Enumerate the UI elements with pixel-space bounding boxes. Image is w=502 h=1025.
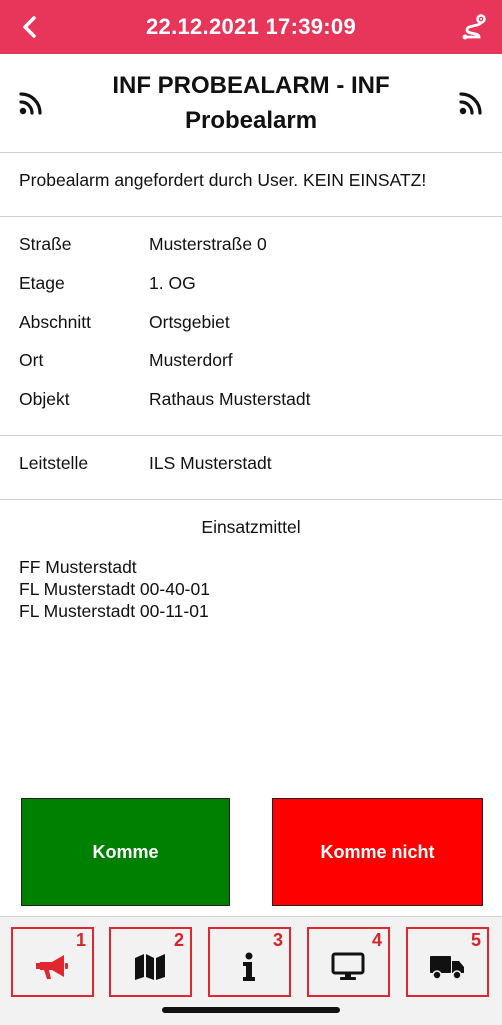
einsatzmittel-section: Einsatzmittel FF Musterstadt FL Musterst… <box>0 500 502 700</box>
tab-map[interactable]: 2 <box>109 927 192 997</box>
detail-value: Musterstraße 0 <box>149 234 267 254</box>
route-icon <box>462 14 486 40</box>
detail-row: Abschnitt Ortsgebiet <box>0 312 502 342</box>
alarm-message: Probealarm angefordert durch User. KEIN … <box>0 153 502 217</box>
tab-alarm[interactable]: 1 <box>11 927 94 997</box>
route-button[interactable] <box>454 8 492 46</box>
detail-row: Etage 1. OG <box>0 273 502 303</box>
home-indicator[interactable] <box>162 1007 340 1013</box>
detail-key: Etage <box>19 273 65 293</box>
detail-value: Rathaus Musterstadt <box>149 389 311 409</box>
list-item: FL Musterstadt 00-40-01 <box>19 579 210 599</box>
detail-key: Ort <box>19 350 44 370</box>
truck-icon <box>430 956 464 980</box>
alarm-datetime: 22.12.2021 17:39:09 <box>146 14 356 39</box>
tab-number: 2 <box>173 930 184 950</box>
alarm-header: INF PROBEALARM - INF Probealarm <box>0 54 502 153</box>
list-item: FF Musterstadt <box>19 557 137 577</box>
tab-number: 3 <box>272 930 283 950</box>
detail-value: ILS Musterstadt <box>149 453 272 473</box>
leitstelle-section: Leitstelle ILS Musterstadt <box>0 436 502 500</box>
detail-row: Objekt Rathaus Musterstadt <box>0 389 502 419</box>
detail-key: Straße <box>19 234 72 254</box>
einsatzmittel-list: FF Musterstadt FL Musterstadt 00-40-01 F… <box>19 556 210 622</box>
tab-number: 1 <box>75 930 86 950</box>
monitor-icon <box>331 952 365 980</box>
detail-key: Abschnitt <box>19 312 91 332</box>
map-icon <box>135 954 165 980</box>
rss-icon <box>19 92 42 115</box>
detail-row: Leitstelle ILS Musterstadt <box>0 453 502 483</box>
top-bar: 22.12.2021 17:39:09 <box>0 0 502 54</box>
detail-value: Ortsgebiet <box>149 312 230 332</box>
tab-number: 5 <box>470 930 481 950</box>
einsatzmittel-heading: Einsatzmittel <box>201 517 301 537</box>
alarm-details: Straße Musterstraße 0 Etage 1. OG Abschn… <box>0 217 502 436</box>
detail-key: Leitstelle <box>19 453 89 473</box>
megaphone-icon <box>36 955 68 979</box>
tab-info[interactable]: 3 <box>208 927 291 997</box>
komme-button[interactable]: Komme <box>21 798 230 906</box>
tab-monitor[interactable]: 4 <box>307 927 390 997</box>
detail-value: Musterdorf <box>149 350 233 370</box>
detail-row: Straße Musterstraße 0 <box>0 234 502 264</box>
alarm-message-text: Probealarm angefordert durch User. KEIN … <box>19 170 427 190</box>
tab-number: 4 <box>371 930 382 950</box>
tab-vehicles[interactable]: 5 <box>406 927 489 997</box>
komme-nicht-button[interactable]: Komme nicht <box>272 798 483 906</box>
detail-row: Ort Musterdorf <box>0 350 502 380</box>
rss-icon <box>459 92 482 115</box>
detail-key: Objekt <box>19 389 70 409</box>
info-icon <box>243 952 255 981</box>
detail-value: 1. OG <box>149 273 196 293</box>
list-item: FL Musterstadt 00-11-01 <box>19 601 209 621</box>
alarm-title: INF PROBEALARM - INF Probealarm <box>112 72 390 134</box>
